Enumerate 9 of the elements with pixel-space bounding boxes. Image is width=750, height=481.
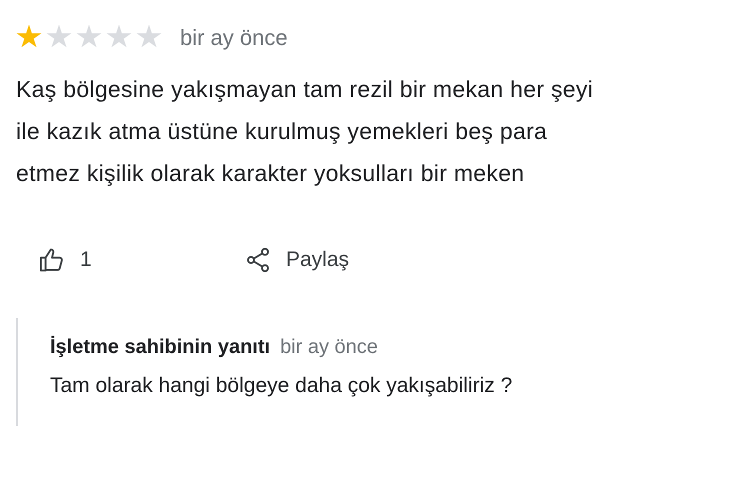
review-time: bir ay önce [180,24,288,52]
reply-time: bir ay önce [280,335,378,360]
reply-author: İşletme sahibinin yanıtı [50,334,270,360]
like-button[interactable]: 1 [38,244,244,276]
reply-text: Tam olarak hangi bölgeye daha çok yakışabiliriz ? [50,373,514,399]
thumbs-up-icon [38,246,66,274]
share-button[interactable]: Paylaş [244,244,350,276]
share-icon [244,246,272,274]
review-text: Kaş bölgesine yakışmayan tam rezil bir mekan her şeyi ile kazık atma üstüne kurulmuş yemekleri beş para etmez kişilik olarak karakter yoksulları bir meken [16,75,594,188]
